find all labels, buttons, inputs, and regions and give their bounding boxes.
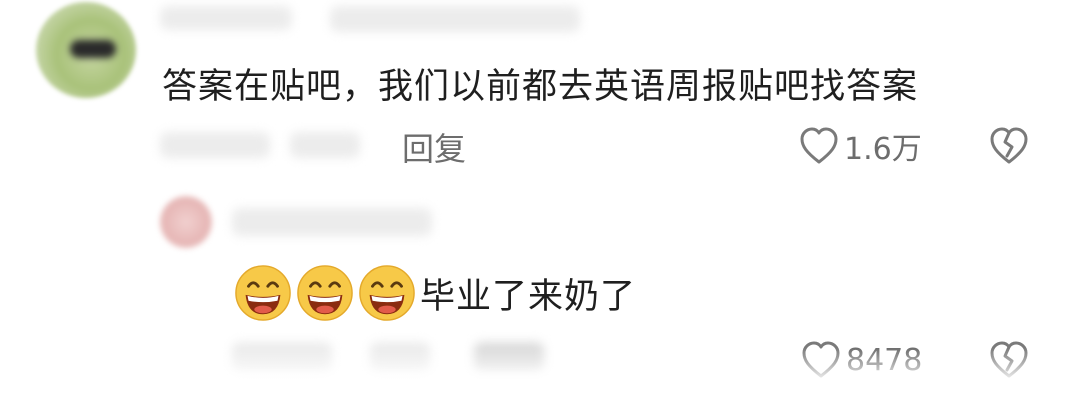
- reply-text: 毕业了来奶了: [420, 276, 637, 317]
- reply-author-redacted[interactable]: [232, 208, 432, 236]
- reply-like-count: 8478: [846, 342, 923, 378]
- reply-dislike-button[interactable]: [988, 338, 1030, 380]
- dislike-button[interactable]: [988, 124, 1030, 166]
- broken-heart-icon: [990, 341, 1028, 378]
- commenter-name-redacted[interactable]: [160, 6, 292, 30]
- reply-date-redacted: [232, 342, 332, 372]
- comment-location-redacted: [290, 132, 360, 158]
- heart-icon: [802, 341, 840, 378]
- reply-location-redacted: [370, 342, 430, 372]
- comment-date-redacted: [160, 132, 270, 158]
- grinning-face-emoji-icon: [235, 265, 291, 321]
- grinning-face-emoji-icon: [297, 265, 353, 321]
- commenter-avatar[interactable]: [36, 2, 136, 98]
- grinning-face-emoji-icon: [359, 265, 415, 321]
- like-count: 1.6万: [844, 132, 922, 167]
- heart-icon: [800, 127, 838, 164]
- reply-like-button[interactable]: 8478: [800, 340, 922, 380]
- reply-reply-button-redacted[interactable]: [474, 342, 544, 372]
- reply-button[interactable]: 回复: [402, 124, 466, 170]
- reply-content: 毕业了来奶了: [234, 264, 636, 322]
- comment-text: 答案在贴吧，我们以前都去英语周报贴吧找答案: [162, 67, 919, 107]
- reply-avatar[interactable]: [160, 196, 212, 248]
- like-button[interactable]: 1.6万: [798, 124, 922, 168]
- broken-heart-icon: [990, 127, 1028, 164]
- commenter-tag-redacted: [330, 6, 580, 32]
